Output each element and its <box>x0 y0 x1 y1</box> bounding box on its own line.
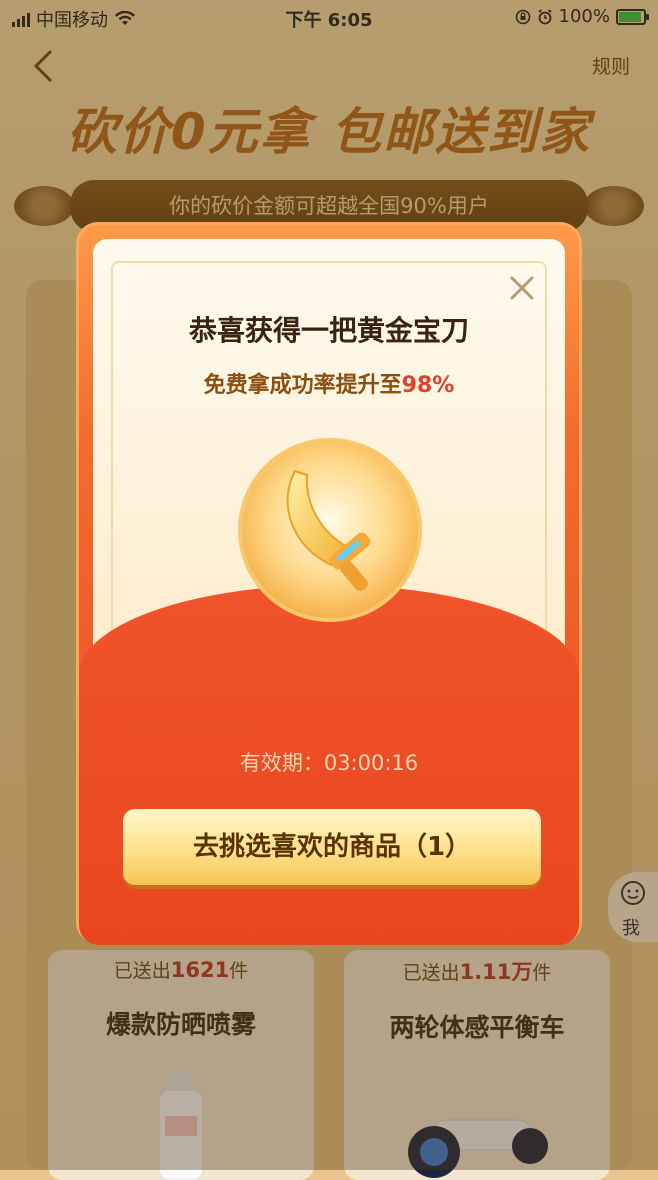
success-rate: 98% <box>401 373 455 398</box>
choose-product-button[interactable]: 去挑选喜欢的商品（1） <box>123 809 541 885</box>
close-icon[interactable] <box>507 273 537 303</box>
reward-modal: 恭喜获得一把黄金宝刀 免费拿成功率提升至98% 有效期：03:00:16 去挑选… <box>76 222 582 945</box>
modal-title: 恭喜获得一把黄金宝刀 <box>188 314 469 347</box>
subtitle-prefix: 免费拿成功率提升至 <box>203 373 402 398</box>
expiry-countdown: 有效期：03:00:16 <box>239 751 419 775</box>
golden-sword-icon <box>238 438 422 622</box>
modal-subtitle: 免费拿成功率提升至98% <box>79 367 579 399</box>
